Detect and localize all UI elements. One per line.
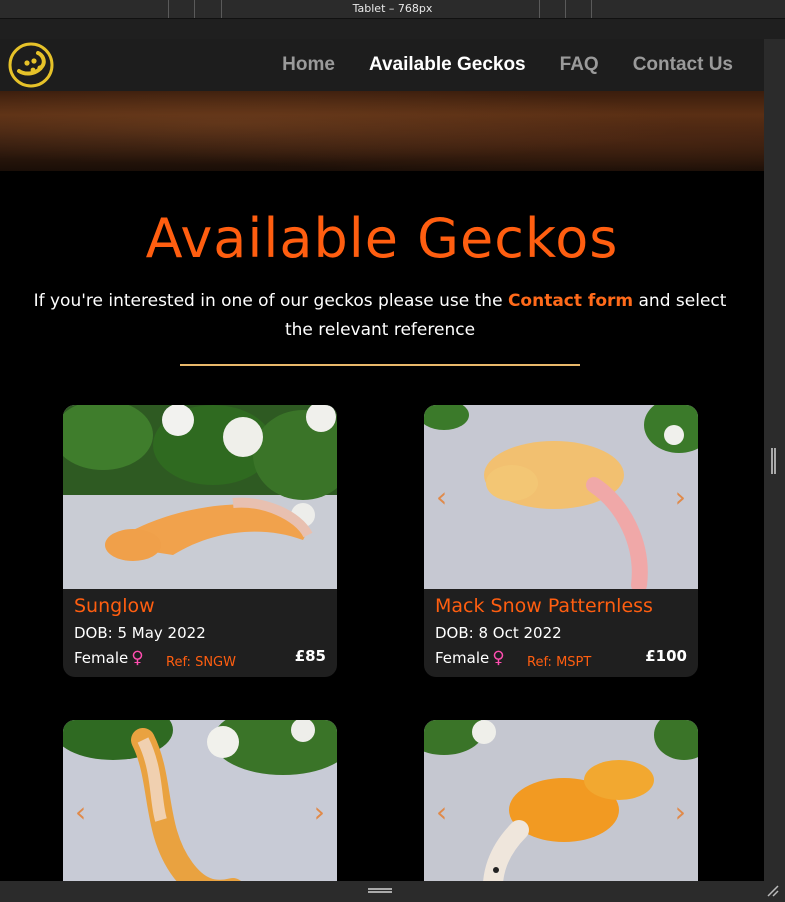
page-title: Available Geckos [145, 207, 619, 270]
chevron-right-icon[interactable]: › [675, 481, 686, 514]
site-navbar: Home Available Geckos FAQ Contact Us [0, 39, 764, 91]
nav-faq-link[interactable]: FAQ [560, 54, 599, 76]
resize-corner-icon[interactable] [766, 884, 780, 898]
nav-contact-us-link[interactable]: Contact Us [633, 54, 733, 76]
gecko-price: £85 [294, 647, 326, 665]
resize-gutter-bottom [0, 881, 785, 902]
gecko-photo-carousel[interactable]: ‹ › [424, 405, 698, 589]
gecko-card-info: Sunglow DOB: 5 May 2022 Female ♀ Ref: SNG… [63, 589, 337, 677]
devtools-ruler [0, 19, 785, 39]
female-symbol-icon: ♀ [492, 648, 505, 668]
gecko-photo [63, 405, 337, 589]
devtools-titlebar: Tablet – 768px [0, 0, 785, 19]
gecko-ref: Ref: MSPT [527, 655, 592, 670]
resize-handle-vertical[interactable] [771, 448, 776, 474]
resize-handle-horizontal[interactable] [368, 888, 392, 893]
chevron-right-icon[interactable]: › [314, 796, 325, 829]
gecko-dob: DOB: 8 Oct 2022 [435, 624, 562, 642]
gecko-name: Sunglow [74, 595, 155, 617]
gecko-card[interactable]: ‹ › [63, 720, 337, 881]
gecko-card[interactable]: ‹ › [424, 720, 698, 881]
intro-text: If you're interested in one of our gecko… [30, 287, 730, 345]
gecko-photo-carousel[interactable] [63, 405, 337, 589]
gecko-sex-label: Female [74, 649, 129, 667]
nav-home-link[interactable]: Home [282, 54, 335, 76]
gecko-dob: DOB: 5 May 2022 [74, 624, 206, 642]
gecko-ref: Ref: SNGW [166, 655, 236, 670]
gecko-sex-label: Female [435, 649, 490, 667]
gecko-sex: Female ♀ [74, 648, 144, 668]
chevron-left-icon[interactable]: ‹ [436, 481, 447, 514]
gecko-logo-icon[interactable] [7, 41, 55, 89]
gecko-photo [424, 405, 698, 589]
section-divider [180, 364, 580, 366]
nav-available-geckos-link[interactable]: Available Geckos [369, 54, 526, 76]
page-viewport: Home Available Geckos FAQ Contact Us Ava… [0, 39, 764, 881]
nav-links: Home Available Geckos FAQ Contact Us [248, 39, 733, 91]
gecko-card-info: Mack Snow Patternless DOB: 8 Oct 2022 Fe… [424, 589, 698, 677]
chevron-right-icon[interactable]: › [675, 796, 686, 829]
gecko-photo [63, 720, 337, 881]
intro-text-start: If you're interested in one of our gecko… [33, 291, 508, 311]
gecko-photo [424, 720, 698, 881]
gecko-photo-carousel[interactable]: ‹ › [424, 720, 698, 881]
gecko-card[interactable]: Sunglow DOB: 5 May 2022 Female ♀ Ref: SNG… [63, 405, 337, 677]
chevron-left-icon[interactable]: ‹ [436, 796, 447, 829]
gecko-card[interactable]: ‹ › Mack Snow Patternless DOB: 8 Oct 202… [424, 405, 698, 677]
hero-banner-image [0, 91, 764, 171]
gecko-name: Mack Snow Patternless [435, 595, 653, 617]
gecko-price: £100 [645, 647, 687, 665]
viewport-size-label: Tablet – 768px [352, 2, 433, 15]
contact-form-link[interactable]: Contact form [508, 291, 633, 311]
chevron-left-icon[interactable]: ‹ [75, 796, 86, 829]
gecko-sex: Female ♀ [435, 648, 505, 668]
female-symbol-icon: ♀ [131, 648, 144, 668]
gecko-photo-carousel[interactable]: ‹ › [63, 720, 337, 881]
